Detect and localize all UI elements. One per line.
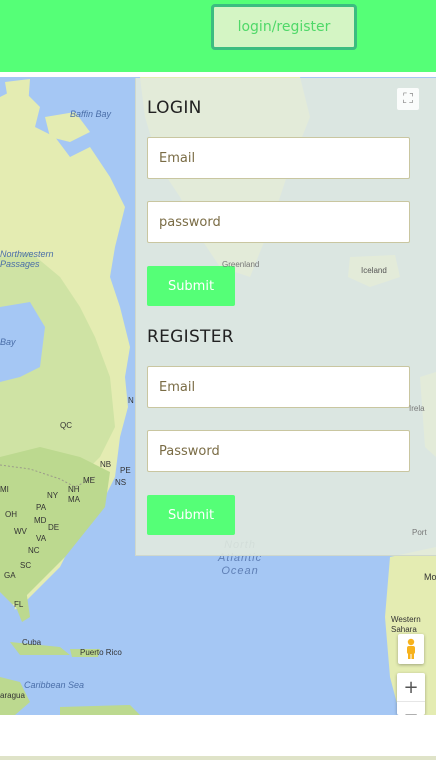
map-label-mi: MI [0,485,9,494]
login-email-input[interactable] [147,137,410,179]
map-label-ma: MA [68,495,80,504]
map-label-western-sahara: Western Sahara [391,615,421,634]
login-register-button[interactable]: login/register [211,4,357,50]
map-label-fl: FL [14,600,24,609]
map-label-portugal: Port [412,528,427,537]
zoom-in-button[interactable]: + [397,673,425,701]
map-label-hudson-bay: Bay [0,337,16,347]
street-view-pegman-button[interactable] [398,634,424,664]
fullscreen-icon[interactable]: ⛶ [397,88,419,110]
map-label-sc: SC [20,561,32,570]
zoom-control: + − [397,673,425,715]
register-heading: REGISTER [147,327,234,347]
login-heading: LOGIN [147,98,202,118]
map-label-caribbean-sea: Caribbean Sea [24,680,85,690]
map-label-wv: WV [14,527,27,536]
south-america [60,705,140,715]
map-label-pa: PA [36,503,47,512]
register-submit-button[interactable]: Submit [147,495,235,535]
map-label-md: MD [34,516,47,525]
auth-panel: LOGIN Submit REGISTER Submit Iceland Gre… [135,78,436,556]
map-label-nl: N [128,396,134,405]
map-label-baffin-bay: Baffin Bay [70,109,112,119]
map-label-morocco: Mo [424,572,436,582]
map-label-me: ME [83,476,95,485]
top-bar: login/register [0,0,436,72]
map-label-ny: NY [47,491,59,500]
map-label-ga: GA [4,571,16,580]
map-label-greenland: Greenland [222,260,260,269]
map-label-nicaragua: aragua [0,691,25,700]
map-label-va: VA [36,534,47,543]
map-label-puerto-rico: Puerto Rico [80,648,122,657]
map-label-nb: NB [100,460,112,469]
map-label-northwestern-passages: Northwestern Passages [0,249,54,269]
map-label-ireland: Irela [409,404,425,413]
map-label-iceland: Iceland [361,266,387,275]
login-password-input[interactable] [147,201,410,243]
page-footer [0,715,436,760]
map-label-nc: NC [28,546,40,555]
map-label-de: DE [48,523,60,532]
map-label-oh: OH [5,510,17,519]
map-label-qc: QC [60,421,72,430]
map-label-nh: NH [68,485,80,494]
login-submit-button[interactable]: Submit [147,266,235,306]
map-label-ns: NS [115,478,127,487]
zoom-out-button[interactable]: − [397,701,425,715]
register-password-input[interactable] [147,430,410,472]
map-label-cuba: Cuba [22,638,42,647]
register-email-input[interactable] [147,366,410,408]
pegman-icon [407,638,415,659]
map-label-pe: PE [120,466,131,475]
